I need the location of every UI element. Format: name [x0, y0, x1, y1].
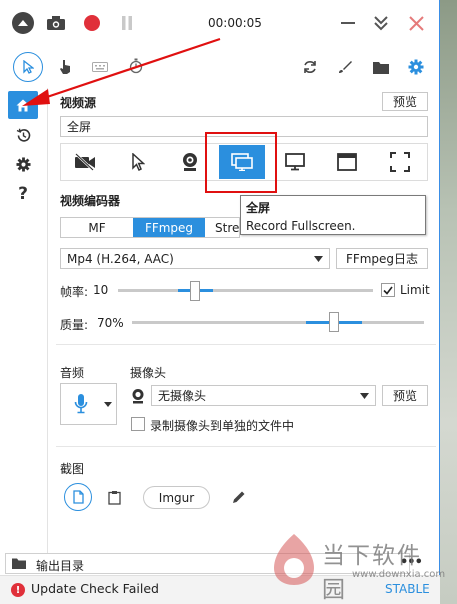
section-divider: [56, 446, 436, 447]
source-window[interactable]: [324, 145, 370, 179]
source-no-video[interactable]: [62, 145, 108, 179]
video-off-icon: [75, 153, 95, 171]
source-region-select[interactable]: [377, 145, 423, 179]
app-window: 00:00:05 ? 视频源 预览 全屏 全屏 Record Fullscree…: [0, 0, 440, 604]
screenshot-title: 截图: [60, 462, 85, 476]
close-button[interactable]: [405, 12, 427, 34]
clipboard-toggle[interactable]: [104, 487, 124, 507]
separate-file-label: 录制摄像头到单独的文件中: [150, 419, 295, 433]
framerate-slider-thumb[interactable]: [190, 281, 200, 301]
quality-slider-track: [132, 321, 424, 324]
encoder-tabs: MF FFmpeg Stre: [60, 217, 240, 238]
quality-label: 质量:: [60, 318, 89, 332]
camera-preview-button[interactable]: 预览: [382, 385, 428, 406]
gear-icon: [15, 156, 31, 172]
tooltip-description: Record Fullscreen.: [246, 219, 356, 233]
checkmark-icon: [383, 286, 393, 295]
sidebar: ?: [0, 88, 48, 554]
tab-ffmpeg[interactable]: FFmpeg: [133, 218, 205, 237]
video-encoder-title: 视频编码器: [60, 194, 121, 208]
format-value: Mp4 (H.264, AAC): [67, 251, 174, 266]
settings-button[interactable]: [406, 58, 426, 76]
camera-selected: 无摄像头: [158, 389, 207, 403]
tab-stream[interactable]: Stre: [205, 218, 239, 237]
file-icon: [72, 490, 84, 504]
pencil-icon: [233, 491, 245, 503]
camera-icon[interactable]: [44, 12, 68, 34]
audio-source-dropdown[interactable]: [60, 383, 117, 425]
open-folder-button[interactable]: [371, 58, 391, 76]
audio-title: 音频: [60, 366, 85, 380]
folder-icon: [12, 558, 26, 569]
webcam-icon: [183, 153, 197, 171]
error-icon: !: [11, 583, 25, 597]
double-chevron-down-icon: [374, 16, 388, 31]
watermark: 当下软件园 www.downxia.com: [272, 528, 446, 603]
ffmpeg-log-button[interactable]: FFmpeg日志: [336, 248, 428, 269]
close-icon: [408, 15, 424, 31]
record-icon: [84, 15, 100, 31]
history-icon: [16, 128, 30, 142]
sidebar-item-history[interactable]: [8, 121, 38, 149]
editor-toggle[interactable]: [229, 487, 249, 507]
refresh-button[interactable]: [301, 58, 319, 76]
microphone-icon: [74, 394, 88, 414]
webcam-icon: [132, 389, 144, 404]
watermark-logo: [274, 534, 314, 585]
quality-slider-thumb[interactable]: [329, 312, 339, 332]
folder-icon: [373, 61, 389, 74]
status-text: Update Check Failed: [31, 581, 159, 596]
record-button[interactable]: [81, 12, 103, 34]
source-region[interactable]: [115, 145, 161, 179]
monitor-icon: [285, 153, 305, 171]
recording-timer: 00:00:05: [208, 16, 262, 30]
section-divider: [56, 344, 436, 345]
video-source-preview-button[interactable]: 预览: [382, 92, 428, 111]
limit-checkbox[interactable]: [381, 283, 395, 297]
fullscreen-tooltip: 全屏 Record Fullscreen.: [240, 195, 426, 235]
sidebar-item-settings[interactable]: [8, 150, 38, 178]
cursor-icon: [132, 153, 145, 171]
camera-dropdown[interactable]: 无摄像头: [151, 385, 376, 406]
separate-file-checkbox[interactable]: [131, 417, 145, 431]
watermark-url: www.downxia.com: [352, 569, 446, 580]
quality-value: 70%: [97, 316, 124, 330]
framerate-value: 10: [93, 283, 109, 297]
annotate-button[interactable]: [336, 58, 354, 76]
annotation-arrow: [22, 37, 221, 106]
chevron-down-icon: [104, 402, 112, 407]
gear-icon: [408, 59, 424, 75]
compact-mode-button[interactable]: [370, 12, 392, 34]
window-icon: [337, 153, 357, 171]
collapse-icon[interactable]: [12, 12, 34, 34]
region-corners-icon: [390, 152, 410, 172]
annotation-highlight-box: [205, 132, 277, 193]
format-dropdown[interactable]: Mp4 (H.264, AAC): [60, 248, 330, 269]
clipboard-icon: [107, 490, 121, 505]
tab-mf[interactable]: MF: [61, 218, 133, 237]
output-folder-label[interactable]: 输出目录: [36, 557, 84, 574]
limit-label: Limit: [400, 283, 430, 297]
imgur-toggle[interactable]: Imgur: [143, 486, 210, 509]
brush-icon: [339, 61, 352, 73]
minimize-button[interactable]: [337, 12, 359, 34]
framerate-slider-track: [118, 289, 373, 292]
chevron-down-icon: [314, 256, 323, 262]
chevron-down-icon: [360, 393, 369, 399]
sidebar-item-help[interactable]: ?: [8, 180, 38, 208]
source-screen[interactable]: [272, 145, 318, 179]
camera-title: 摄像头: [130, 366, 167, 380]
desktop-background: [440, 0, 457, 604]
tooltip-title: 全屏: [246, 201, 271, 215]
save-to-file-toggle[interactable]: [64, 483, 92, 511]
pause-button[interactable]: [117, 12, 137, 34]
refresh-icon: [304, 61, 316, 73]
pause-icon: [122, 16, 132, 30]
framerate-label: 帧率:: [60, 285, 89, 299]
